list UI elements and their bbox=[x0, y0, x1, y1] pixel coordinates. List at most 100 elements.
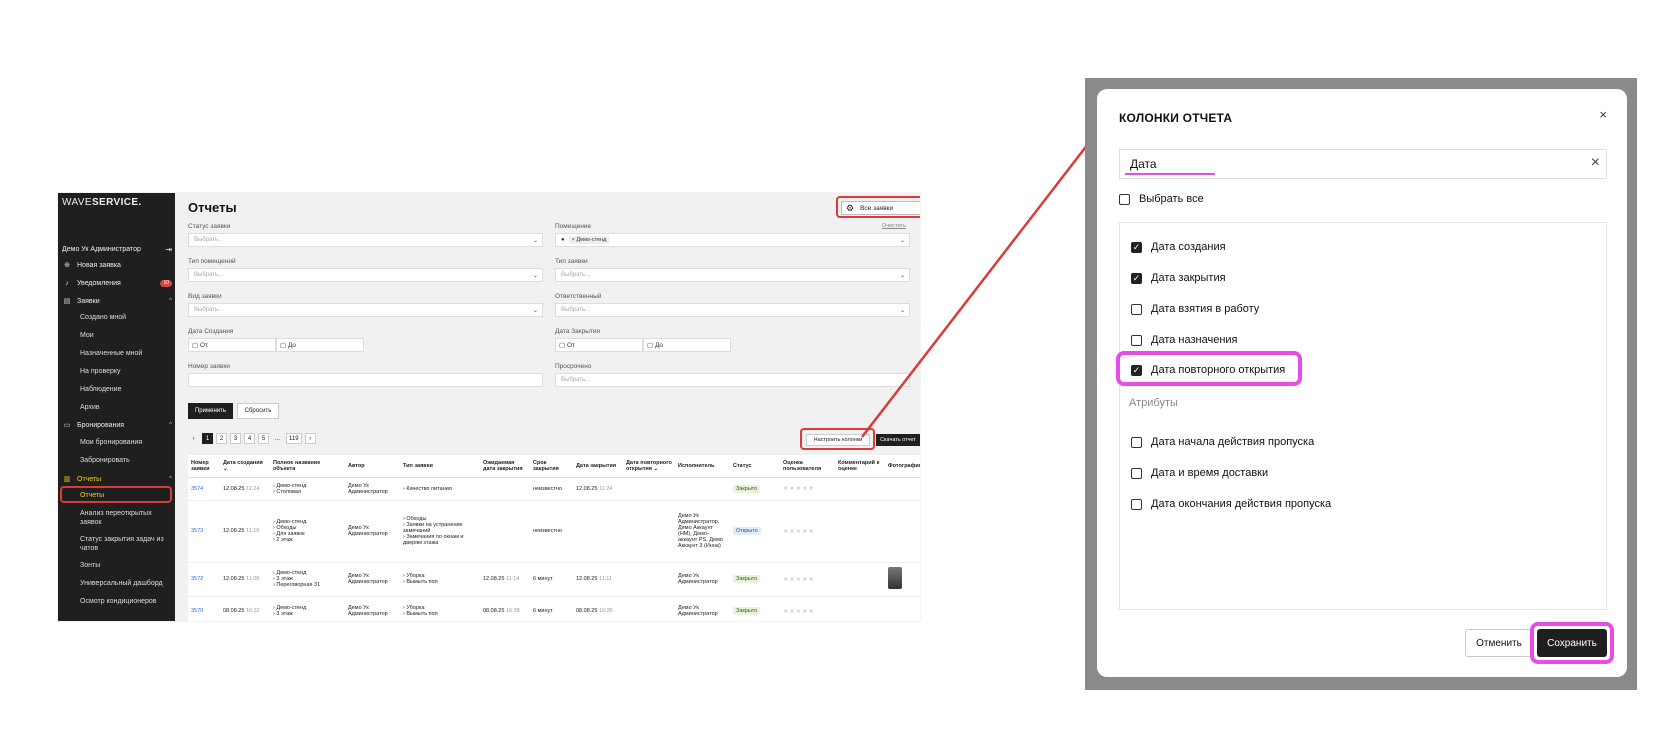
th-number[interactable]: Номер заявки bbox=[188, 455, 220, 478]
table-row[interactable]: 3573 12.08.25 11:16 › Демо-стенд › Обход… bbox=[188, 500, 920, 563]
cell-author: Демо Ук Администратор bbox=[345, 500, 400, 563]
apply-button[interactable]: Применить bbox=[188, 403, 233, 419]
th-closed[interactable]: Дата закрытия bbox=[573, 455, 623, 478]
closed-to[interactable]: ▢ До bbox=[643, 338, 731, 352]
search-underline bbox=[1125, 173, 1215, 175]
number-input[interactable] bbox=[188, 373, 543, 387]
room-type-label: Тип помещений bbox=[188, 258, 236, 265]
th-expected[interactable]: Ожидаемая дата закрытия bbox=[480, 455, 530, 478]
page-5[interactable]: 5 bbox=[258, 433, 269, 444]
select-all-checkbox[interactable]: Выбрать все bbox=[1119, 193, 1204, 205]
chevron-down-icon: ⌄ bbox=[532, 272, 538, 279]
nav-notifications[interactable]: ♪ Уведомления 10 bbox=[62, 277, 172, 289]
column-option[interactable]: Дата взятия в работу bbox=[1131, 303, 1259, 315]
number-label: Номер заявки bbox=[188, 363, 230, 370]
configure-highlight bbox=[800, 428, 875, 450]
th-object[interactable]: Полное название объекта bbox=[270, 455, 345, 478]
nav-sub-universal-dashboard[interactable]: Универсальный дашборд bbox=[80, 579, 170, 588]
checkbox-icon bbox=[1131, 467, 1142, 479]
cancel-button[interactable]: Отменить bbox=[1465, 629, 1533, 657]
th-comment[interactable]: Комментарий к оценке bbox=[835, 455, 885, 478]
page-4[interactable]: 4 bbox=[244, 433, 255, 444]
star-rating-icon[interactable]: ★★★★★ bbox=[783, 609, 815, 615]
column-option[interactable]: Дата окончания действия пропуска bbox=[1131, 498, 1331, 510]
column-option[interactable]: ✓ Дата закрытия bbox=[1131, 272, 1226, 284]
star-rating-icon[interactable]: ★★★★★ bbox=[783, 577, 815, 583]
nav-sub-archive[interactable]: Архив bbox=[80, 403, 170, 412]
th-type[interactable]: Тип заявки bbox=[400, 455, 480, 478]
overdue-select[interactable]: Выбрать... bbox=[555, 373, 910, 387]
page-2[interactable]: 2 bbox=[216, 433, 227, 444]
column-option[interactable]: Дата назначения bbox=[1131, 334, 1238, 346]
cell-number[interactable]: 3574 bbox=[188, 477, 220, 501]
nav-sub-chat-close-status[interactable]: Статус закрытия задач из чатов bbox=[80, 535, 170, 553]
request-type-select[interactable]: Выбрать... ⌄ bbox=[555, 268, 910, 282]
th-reopen[interactable]: Дата повторного открытия ⌄ bbox=[623, 455, 675, 478]
kind-select[interactable]: Выбрать... ⌄ bbox=[188, 303, 543, 317]
cell-number[interactable]: 3572 bbox=[188, 562, 220, 597]
page-1[interactable]: 1 bbox=[202, 433, 213, 444]
nav-new-request[interactable]: ⊕ Новая заявка bbox=[62, 259, 172, 271]
th-term[interactable]: Срок закрытия bbox=[530, 455, 573, 478]
nav-sub-created-by-me[interactable]: Создано мной bbox=[80, 313, 170, 322]
th-author[interactable]: Автор bbox=[345, 455, 400, 478]
th-created[interactable]: Дата создания ⌄ bbox=[220, 455, 270, 478]
column-option[interactable]: Дата начала действия пропуска bbox=[1131, 436, 1314, 448]
close-icon[interactable]: × bbox=[1599, 107, 1607, 122]
status-badge: Открыто bbox=[733, 527, 761, 535]
nav-sub-ac-inspection[interactable]: Осмотр кондиционеров bbox=[80, 597, 170, 606]
clear-search-icon[interactable]: × bbox=[1591, 154, 1600, 172]
reset-button[interactable]: Сбросить bbox=[237, 403, 279, 419]
column-option[interactable]: Дата и время доставки bbox=[1131, 467, 1268, 479]
table-row[interactable]: 3572 12.08.25 11:08 › Демо-стенд › 3 эта… bbox=[188, 562, 920, 597]
column-search-input[interactable]: Дата × bbox=[1119, 149, 1607, 179]
created-to[interactable]: ▢ До bbox=[276, 338, 364, 352]
th-status[interactable]: Статус bbox=[730, 455, 780, 478]
th-rating[interactable]: Оценка пользователя bbox=[780, 455, 835, 478]
checkbox-icon bbox=[1131, 436, 1142, 448]
nav-sub-review[interactable]: На проверку bbox=[80, 367, 170, 376]
user-row: Демо Ук Администратор ⇥ bbox=[62, 244, 172, 254]
closed-from[interactable]: ▢ От bbox=[555, 338, 643, 352]
nav-sub-umbrellas[interactable]: Зонты bbox=[80, 561, 170, 570]
th-photos[interactable]: Фотографии bbox=[885, 455, 920, 478]
nav-sub-book[interactable]: Забронировать bbox=[80, 456, 170, 465]
star-rating-icon[interactable]: ★★★★★ bbox=[783, 529, 815, 535]
page-3[interactable]: 3 bbox=[230, 433, 241, 444]
status-badge: Закрыто bbox=[733, 575, 761, 583]
cell-type: › Уборка › Вымыть пол bbox=[400, 562, 480, 597]
chevron-down-icon: ⌄ bbox=[532, 307, 538, 314]
table-row[interactable]: 3574 12.08.25 11:24 › Демо-стенд › Столо… bbox=[188, 477, 920, 501]
room-select[interactable]: ● × Демо-стенд ⌄ bbox=[555, 233, 910, 247]
photo-thumbnail[interactable] bbox=[888, 567, 902, 589]
status-select[interactable]: Выбрать... ⌄ bbox=[188, 233, 543, 247]
cell-author: Демо Ук Администратор bbox=[345, 596, 400, 621]
nav-bookings[interactable]: ▭ Бронирования ^ bbox=[62, 419, 172, 431]
responsible-select[interactable]: Выбрать... ⌄ bbox=[555, 303, 910, 317]
page-last[interactable]: 119 bbox=[286, 433, 302, 444]
nav-sub-watch[interactable]: Наблюдение bbox=[80, 385, 170, 394]
table-row[interactable]: 3570 08.08.25 16:32 › Демо-стенд › 3 эта… bbox=[188, 596, 920, 621]
checkbox-checked-icon: ✓ bbox=[1131, 272, 1142, 284]
nav-requests[interactable]: ▤ Заявки ^ bbox=[62, 295, 172, 307]
nav-reports[interactable]: ▥ Отчеты ^ bbox=[62, 473, 172, 485]
checkbox-icon bbox=[1131, 334, 1142, 346]
nav-sub-mine[interactable]: Мои bbox=[80, 331, 170, 340]
nav-sub-reopen-analysis[interactable]: Анализ переоткрытых заявок bbox=[80, 509, 170, 527]
nav-sub-assigned-by-me[interactable]: Назначенные мной bbox=[80, 349, 170, 358]
room-chip[interactable]: × Демо-стенд bbox=[568, 236, 610, 244]
next-page-icon[interactable]: › bbox=[304, 433, 316, 444]
star-rating-icon[interactable]: ★★★★★ bbox=[783, 486, 815, 492]
prev-page-icon[interactable]: ‹ bbox=[188, 433, 199, 444]
logout-icon[interactable]: ⇥ bbox=[165, 245, 172, 254]
column-option[interactable]: ✓ Дата создания bbox=[1131, 241, 1226, 253]
th-executor[interactable]: Исполнитель bbox=[675, 455, 730, 478]
download-report-button[interactable]: Скачать отчет bbox=[876, 434, 920, 446]
clear-link[interactable]: Очистить bbox=[882, 223, 906, 229]
cell-reopen bbox=[623, 562, 675, 597]
room-type-select[interactable]: Выбрать... ⌄ bbox=[188, 268, 543, 282]
cell-number[interactable]: 3570 bbox=[188, 596, 220, 621]
nav-sub-my-bookings[interactable]: Мои бронирования bbox=[80, 438, 170, 447]
cell-number[interactable]: 3573 bbox=[188, 500, 220, 563]
created-from[interactable]: ▢ От bbox=[188, 338, 276, 352]
